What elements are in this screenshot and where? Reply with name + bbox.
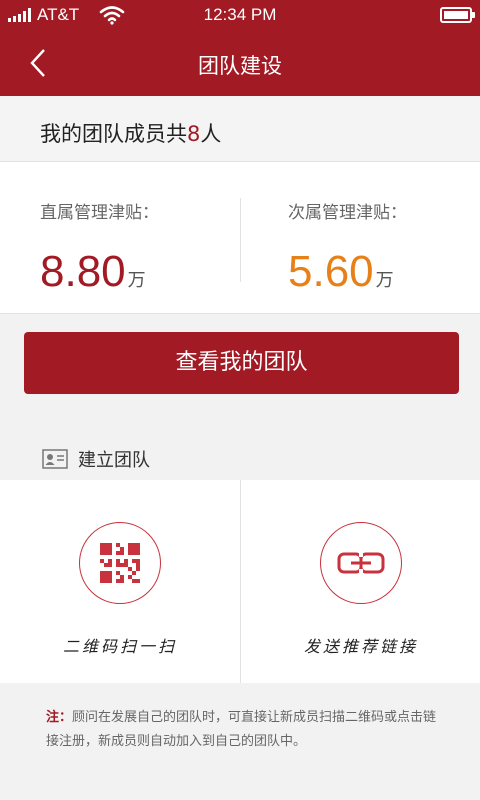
- secondary-subsidy: 次属管理津贴： 5.60 万: [288, 198, 407, 297]
- subsidy-panel: 直属管理津贴： 8.80 万 次属管理津贴： 5.60 万: [0, 162, 480, 314]
- build-team-options: 二维码扫一扫 发送推荐链接: [0, 480, 480, 683]
- build-team-header: 建立团队: [42, 446, 150, 472]
- secondary-subsidy-value-group: 5.60 万: [288, 247, 407, 297]
- id-card-icon: [42, 449, 68, 469]
- member-summary-prefix: 我的团队成员共: [40, 122, 187, 146]
- send-referral-link-label: 发送推荐链接: [303, 637, 418, 656]
- secondary-subsidy-label: 次属管理津贴：: [288, 203, 407, 223]
- page-title: 团队建设: [198, 54, 282, 78]
- note-prefix: 注：: [46, 710, 73, 725]
- link-circle: [320, 522, 402, 604]
- navigation-bar: 团队建设: [0, 30, 480, 96]
- status-bar: AT&T 12:34 PM: [0, 0, 480, 30]
- note-text: 顾问在发展自己的团队时，可直接让新成员扫描二维码或点击链接注册，新成员则自动加入…: [46, 710, 437, 749]
- qr-code-scan-option[interactable]: 二维码扫一扫: [0, 480, 240, 683]
- member-count: 8: [187, 122, 201, 146]
- secondary-subsidy-unit: 万: [375, 270, 394, 291]
- secondary-subsidy-value: 5.60: [288, 247, 374, 296]
- status-time: 12:34 PM: [203, 5, 277, 24]
- battery-icon: [440, 7, 475, 23]
- direct-subsidy-unit: 万: [127, 270, 146, 291]
- send-referral-link-option[interactable]: 发送推荐链接: [241, 480, 480, 683]
- direct-subsidy-label: 直属管理津贴：: [40, 203, 159, 223]
- link-icon: [337, 552, 385, 574]
- qr-code-icon: [100, 543, 140, 583]
- member-summary-suffix: 人: [200, 122, 222, 146]
- subsidy-divider: [240, 198, 241, 282]
- direct-subsidy: 直属管理津贴： 8.80 万: [40, 198, 159, 297]
- view-my-team-button[interactable]: 查看我的团队: [24, 332, 459, 394]
- build-team-title: 建立团队: [78, 450, 150, 471]
- team-member-summary: 我的团队成员共8人: [0, 96, 480, 162]
- qr-code-circle: [79, 522, 161, 604]
- direct-subsidy-value: 8.80: [40, 247, 126, 296]
- registration-note: 注：顾问在发展自己的团队时，可直接让新成员扫描二维码或点击链接注册，新成员则自动…: [46, 706, 441, 754]
- qr-code-scan-label: 二维码扫一扫: [62, 637, 177, 656]
- direct-subsidy-value-group: 8.80 万: [40, 247, 159, 297]
